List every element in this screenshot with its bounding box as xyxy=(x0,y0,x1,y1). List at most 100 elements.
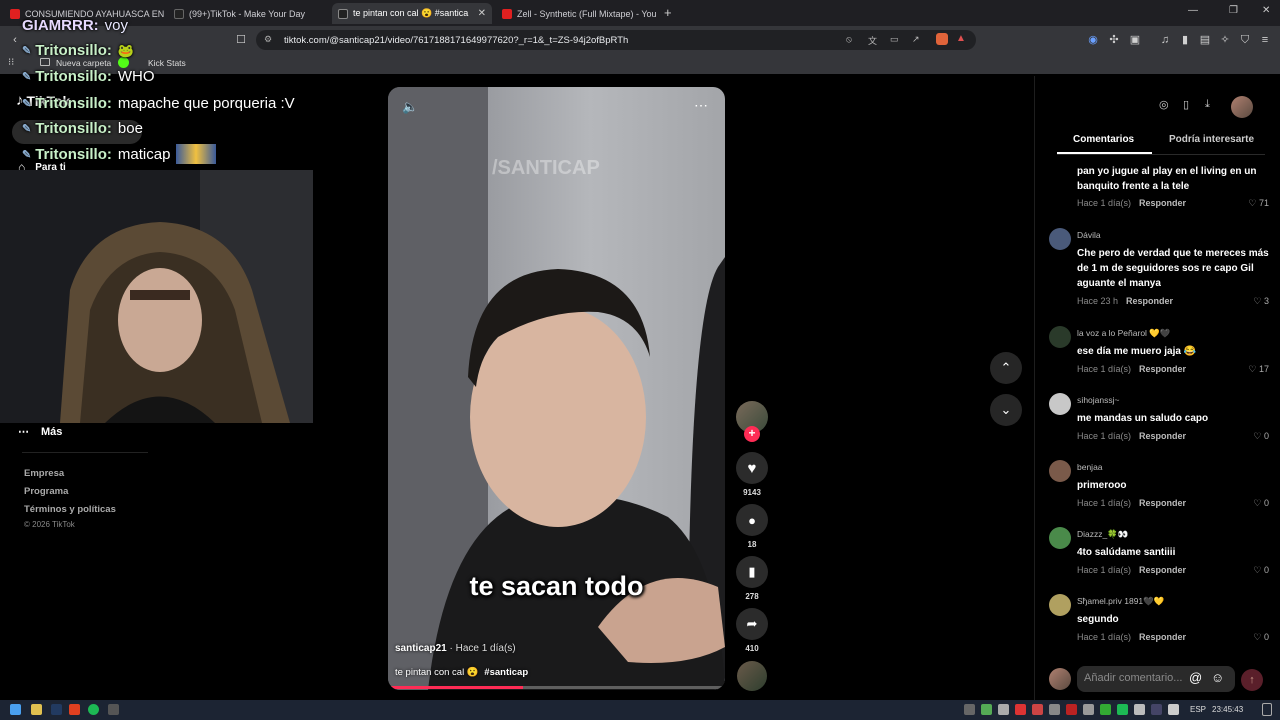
restore-button[interactable]: ❐ xyxy=(1229,5,1238,16)
media-icon[interactable]: ♫ xyxy=(1158,33,1172,47)
reader-icon[interactable]: ⦸ xyxy=(846,34,852,45)
comment-author[interactable]: benjaa xyxy=(1077,462,1103,472)
footer-link-programa[interactable]: Programa xyxy=(24,486,68,497)
language-indicator[interactable]: ESP xyxy=(1190,705,1206,714)
reply-button[interactable]: Responder xyxy=(1139,198,1186,208)
reply-button[interactable]: Responder xyxy=(1139,632,1186,642)
comment-like-button[interactable]: ♡ 0 xyxy=(1253,431,1269,442)
tab-suggested[interactable]: Podría interesarte xyxy=(1169,134,1254,145)
apps-icon[interactable]: ⁝⁝ xyxy=(8,57,14,68)
tray-icon[interactable] xyxy=(1049,704,1060,715)
sidebar-icon[interactable]: ▮ xyxy=(1178,33,1192,47)
comment-author[interactable]: ꜱihojanssj~ xyxy=(1077,395,1119,406)
video-author[interactable]: santicap21 xyxy=(395,643,447,654)
notifications-icon[interactable] xyxy=(1262,703,1272,716)
cast-icon[interactable]: ▭ xyxy=(890,34,899,45)
share-icon[interactable]: ➦ xyxy=(736,608,768,640)
share-icon[interactable]: ↗ xyxy=(912,34,920,45)
video-player[interactable]: /SANTICAP 🔈 ⋯ te sacan todo santicap21 ·… xyxy=(388,87,725,690)
sound-avatar[interactable] xyxy=(737,661,767,691)
comment-like-button[interactable]: ♡ 0 xyxy=(1253,565,1269,576)
browser-tab[interactable]: (99+)TikTok - Make Your Day xyxy=(168,3,328,24)
reply-button[interactable]: Responder xyxy=(1139,498,1186,508)
tab-comments[interactable]: Comentarios xyxy=(1073,134,1134,145)
commenter-avatar[interactable] xyxy=(1049,326,1071,348)
comment-action[interactable]: ● 18 xyxy=(736,504,768,549)
screenshot-icon[interactable]: ▣ xyxy=(1128,33,1142,47)
vpn-icon[interactable]: ⛉ xyxy=(1238,33,1252,47)
footer-link-empresa[interactable]: Empresa xyxy=(24,468,64,479)
comment-author[interactable]: la voz a lo Peñarol 💛🖤 xyxy=(1077,328,1170,339)
extensions-icon[interactable]: ✣ xyxy=(1107,33,1121,47)
commenter-avatar[interactable] xyxy=(1049,527,1071,549)
tray-icon[interactable] xyxy=(1083,704,1094,715)
bookmark-kick-stats[interactable]: Kick Stats xyxy=(148,58,186,68)
address-bar[interactable]: ⚙ tiktok.com/@santicap21/video/761718817… xyxy=(256,30,976,50)
tray-icon[interactable] xyxy=(1015,704,1026,715)
tray-icon[interactable] xyxy=(1032,704,1043,715)
bookmark-icon[interactable]: ☐ xyxy=(234,33,248,47)
reply-button[interactable]: Responder xyxy=(1126,296,1173,306)
comment-author[interactable]: Diazzz_🍀👀 xyxy=(1077,529,1128,540)
tray-icon[interactable] xyxy=(964,704,975,715)
commenter-avatar[interactable] xyxy=(1049,594,1071,616)
browser-tab[interactable]: Zell - Synthetic (Full Mixtape) - YouTu … xyxy=(496,3,656,24)
browser-tab-active[interactable]: te pintan con cal 😮 #santica ✕ xyxy=(332,3,492,24)
comment-like-button[interactable]: ♡ 71 xyxy=(1248,198,1269,209)
tray-icon[interactable] xyxy=(1066,704,1077,715)
comment-like-button[interactable]: ♡ 0 xyxy=(1253,632,1269,643)
back-icon[interactable]: ‹ xyxy=(8,33,22,47)
spotify-icon[interactable] xyxy=(88,704,99,715)
comment-like-button[interactable]: ♡ 3 xyxy=(1253,296,1269,307)
hashtag-link[interactable]: #santicap xyxy=(484,667,528,678)
mention-icon[interactable]: @ xyxy=(1189,670,1202,685)
more-options-icon[interactable]: ⋯ xyxy=(694,97,708,114)
tray-icon[interactable] xyxy=(1100,704,1111,715)
comment-like-button[interactable]: ♡ 17 xyxy=(1248,364,1269,375)
translate-icon[interactable]: 文 xyxy=(868,34,877,47)
bookmark-icon[interactable]: ▮ xyxy=(736,556,768,588)
previous-video-button[interactable]: ⌃ xyxy=(990,352,1022,384)
nav-more[interactable]: ⋯ Más xyxy=(18,425,62,439)
site-info-icon[interactable]: ⚙ xyxy=(264,34,272,45)
footer-link-terminos[interactable]: Términos y políticas xyxy=(24,504,116,515)
compass-icon[interactable]: ◎ xyxy=(1159,98,1169,111)
tray-icon[interactable] xyxy=(998,704,1009,715)
next-video-button[interactable]: ⌄ xyxy=(990,394,1022,426)
save-action[interactable]: ▮ 278 xyxy=(736,556,768,601)
menu-icon[interactable]: ≡ xyxy=(1258,33,1272,47)
close-tab-icon[interactable]: ✕ xyxy=(472,8,486,19)
microphone-icon[interactable] xyxy=(1134,704,1145,715)
follow-button[interactable]: + xyxy=(744,426,760,442)
close-window-button[interactable]: ✕ xyxy=(1262,5,1270,16)
tray-icon[interactable] xyxy=(1151,704,1162,715)
commenter-avatar[interactable] xyxy=(1049,393,1071,415)
commenter-avatar[interactable] xyxy=(1049,228,1071,250)
reply-button[interactable]: Responder xyxy=(1139,565,1186,575)
steam-icon[interactable] xyxy=(51,704,62,715)
tray-icon[interactable] xyxy=(1117,704,1128,715)
bookmark-nueva-carpeta[interactable]: Nueva carpeta xyxy=(56,58,111,68)
start-icon[interactable] xyxy=(10,704,21,715)
tray-icon[interactable] xyxy=(981,704,992,715)
comment-like-button[interactable]: ♡ 0 xyxy=(1253,498,1269,509)
audio-icon[interactable]: ◉ xyxy=(1086,33,1100,47)
volume-icon[interactable]: 🔈 xyxy=(402,99,418,115)
explorer-icon[interactable] xyxy=(31,704,42,715)
emoji-icon[interactable]: ☺ xyxy=(1211,670,1224,685)
comment-author[interactable]: Sђamel.priv 1891🖤💛 xyxy=(1077,596,1164,607)
comment-icon[interactable]: ● xyxy=(736,504,768,536)
reply-button[interactable]: Responder xyxy=(1139,431,1186,441)
commenter-avatar[interactable] xyxy=(1049,460,1071,482)
new-tab-button[interactable]: + xyxy=(664,5,672,20)
minimize-button[interactable]: — xyxy=(1188,5,1198,16)
clock[interactable]: 23:45:43 xyxy=(1212,705,1243,714)
brave-shield-icon[interactable] xyxy=(936,33,948,45)
heart-icon[interactable]: ♥ xyxy=(736,452,768,484)
progress-track[interactable] xyxy=(388,686,725,689)
reply-button[interactable]: Responder xyxy=(1139,364,1186,374)
download-icon[interactable]: ⤓ xyxy=(1205,98,1210,111)
leo-icon[interactable]: ✧ xyxy=(1218,33,1232,47)
comment-author[interactable]: Dávila xyxy=(1077,230,1101,240)
obs-icon[interactable] xyxy=(108,704,119,715)
